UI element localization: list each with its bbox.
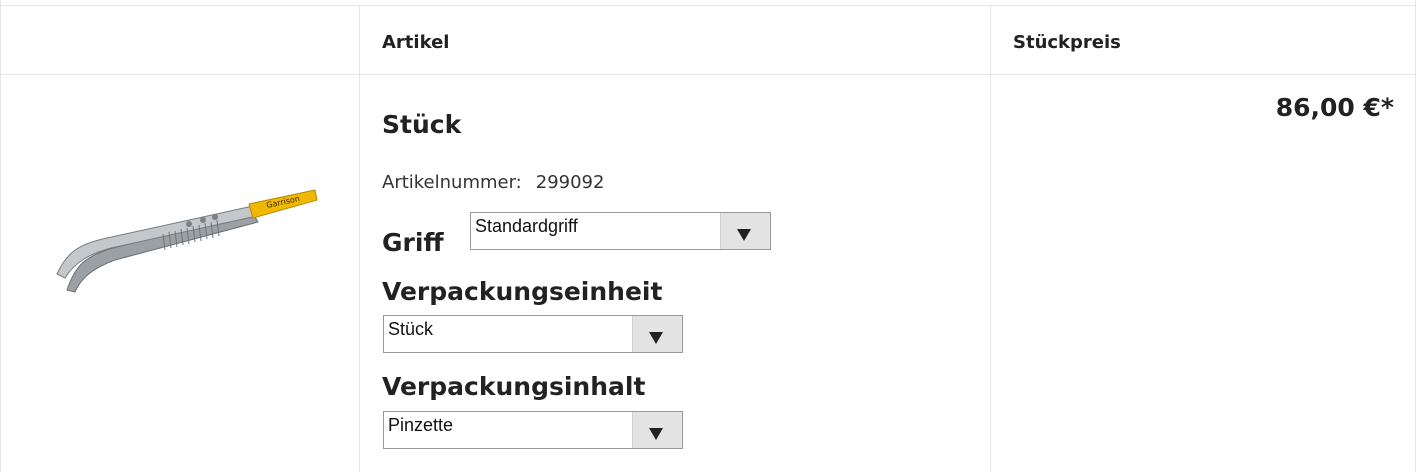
griff-selected-value: Standardgriff: [475, 216, 578, 236]
triangle-down-icon: [649, 428, 663, 440]
column-divider: [359, 5, 360, 472]
verpackungseinheit-select[interactable]: Stück: [383, 315, 683, 353]
verpackungsinhalt-selected-value: Pinzette: [388, 415, 454, 435]
verpackungsinhalt-select[interactable]: Pinzette: [383, 411, 683, 449]
triangle-down-icon: [737, 229, 751, 241]
header-article: Artikel: [382, 32, 450, 53]
header-price: Stückpreis: [1013, 32, 1121, 53]
article-number-label: Artikelnummer:: [382, 172, 522, 193]
column-divider: [990, 5, 991, 472]
verpackungsinhalt-dropdown-button[interactable]: [632, 412, 682, 448]
griff-select[interactable]: Standardgriff: [470, 212, 771, 250]
article-number-value: 299092: [535, 172, 605, 193]
triangle-down-icon: [649, 332, 663, 344]
table-header-row: [1, 5, 1415, 75]
griff-dropdown-button[interactable]: [720, 213, 770, 249]
product-title: Stück: [382, 110, 462, 139]
unit-price: 86,00 €*: [1275, 93, 1394, 122]
verpackungseinheit-label: Verpackungseinheit: [382, 277, 663, 306]
verpackungseinheit-selected-value: Stück: [388, 319, 434, 339]
article-number-row: Artikelnummer: 299092: [382, 172, 604, 193]
verpackungsinhalt-label: Verpackungsinhalt: [382, 372, 646, 401]
product-table: Artikel Stückpreis Garrison Stück Artike…: [0, 0, 1416, 472]
product-image[interactable]: Garrison: [53, 186, 318, 294]
verpackungseinheit-dropdown-button[interactable]: [632, 316, 682, 352]
griff-label: Griff: [382, 228, 444, 257]
